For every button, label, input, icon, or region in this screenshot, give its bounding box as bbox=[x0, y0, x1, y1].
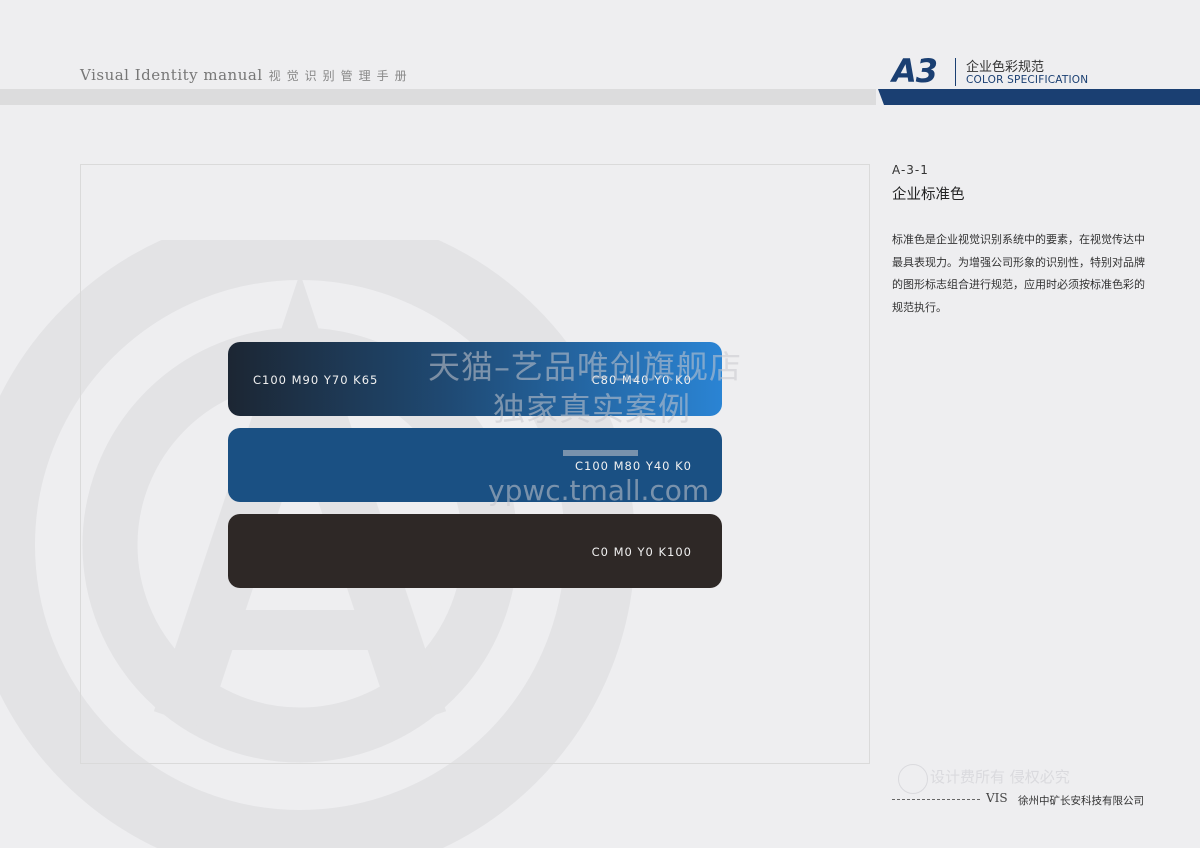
footer-dashed-line bbox=[892, 799, 980, 800]
color-bar-2-label: C100 M80 Y40 K0 bbox=[574, 459, 692, 473]
watermark-circle-icon bbox=[898, 764, 928, 794]
section-number: A-3-1 bbox=[892, 163, 929, 177]
color-bar-black: C0 M0 Y0 K100 bbox=[228, 514, 722, 588]
header-band-grey bbox=[0, 89, 876, 105]
section-divider bbox=[955, 58, 956, 86]
watermark-tagline: 独家真实案例 bbox=[493, 390, 692, 428]
header-band-blue bbox=[878, 89, 1200, 105]
section-title-en: COLOR SPECIFICATION bbox=[966, 74, 1089, 86]
manual-title: Visual Identity manual 视觉识别管理手册 bbox=[80, 66, 413, 84]
watermark-bar bbox=[563, 450, 638, 456]
manual-title-en: Visual Identity manual bbox=[80, 66, 263, 84]
section-code: A3 bbox=[892, 52, 938, 90]
section-heading: 企业标准色 bbox=[892, 187, 965, 203]
color-bar-1-left-label: C100 M90 Y70 K65 bbox=[253, 373, 379, 387]
section-description: 标准色是企业视觉识别系统中的要素，在视觉传达中最具表现力。为增强公司形象的识别性… bbox=[892, 233, 1145, 314]
watermark-shop: 天猫–艺品唯创旗舰店 bbox=[428, 348, 743, 386]
watermark-url: ypwc.tmall.com bbox=[488, 474, 710, 507]
watermark-copyright: 设计费所有 侵权必究 bbox=[930, 768, 1070, 786]
footer-company: 徐州中矿长安科技有限公司 bbox=[1018, 795, 1144, 807]
color-bar-3-label: C0 M0 Y0 K100 bbox=[591, 545, 692, 559]
footer-vis: VIS bbox=[986, 791, 1008, 805]
section-title-cn: 企业色彩规范 bbox=[966, 60, 1045, 75]
manual-title-cn: 视觉识别管理手册 bbox=[268, 69, 413, 83]
